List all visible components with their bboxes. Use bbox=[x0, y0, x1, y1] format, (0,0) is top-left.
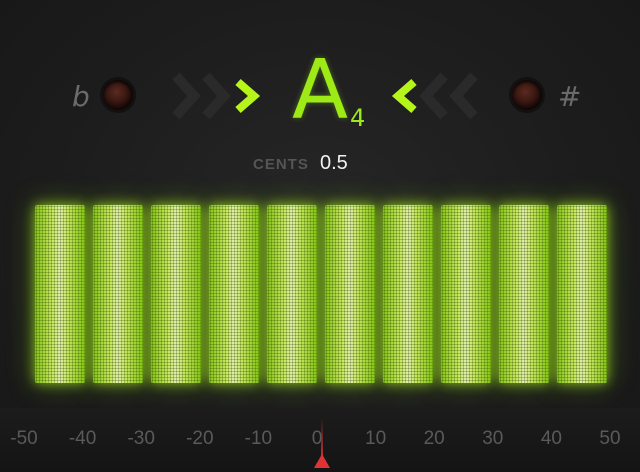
meter-bar bbox=[499, 205, 549, 383]
scale-label: -30 bbox=[127, 428, 155, 449]
scale-label: -10 bbox=[244, 428, 273, 449]
scale-label: -50 bbox=[10, 428, 38, 449]
meter-bar bbox=[209, 205, 259, 383]
scale-label: -20 bbox=[186, 428, 214, 449]
chevron-left-icon bbox=[442, 68, 482, 124]
flat-icon: b bbox=[72, 80, 90, 113]
tuning-meter bbox=[0, 205, 640, 385]
scale-label: 40 bbox=[540, 428, 562, 449]
cents-label: CENTS bbox=[253, 156, 309, 173]
meter-bar bbox=[557, 205, 607, 383]
meter-bar bbox=[441, 205, 491, 383]
scale-label: -40 bbox=[68, 428, 97, 449]
note-display-row: b A 4 # bbox=[0, 40, 640, 140]
sharp-led-indicator-icon bbox=[512, 80, 542, 110]
meter-bar bbox=[93, 205, 143, 383]
tuner-app: b A 4 # CENTS 0.5 -50 -40 -30 -20 -10 0 … bbox=[0, 0, 640, 472]
meter-bar bbox=[267, 205, 317, 383]
note-octave: 4 bbox=[350, 104, 366, 132]
chevron-right-icon bbox=[228, 68, 268, 124]
meter-bar bbox=[151, 205, 201, 383]
scale-label: 50 bbox=[599, 428, 621, 449]
scale-label: 0 bbox=[311, 428, 323, 449]
scale-label: 10 bbox=[365, 428, 387, 449]
cents-readout: CENTS 0.5 bbox=[0, 152, 640, 176]
cents-value: 0.5 bbox=[320, 152, 348, 174]
pointer-triangle-icon bbox=[314, 454, 330, 468]
flat-led-indicator-icon bbox=[103, 80, 133, 110]
meter-bar bbox=[383, 205, 433, 383]
meter-bar bbox=[35, 205, 85, 383]
sharp-icon: # bbox=[558, 80, 582, 113]
meter-bar bbox=[325, 205, 375, 383]
scale-label: 30 bbox=[482, 428, 504, 449]
scale-label: 20 bbox=[423, 428, 445, 449]
note-name: A bbox=[291, 43, 349, 138]
